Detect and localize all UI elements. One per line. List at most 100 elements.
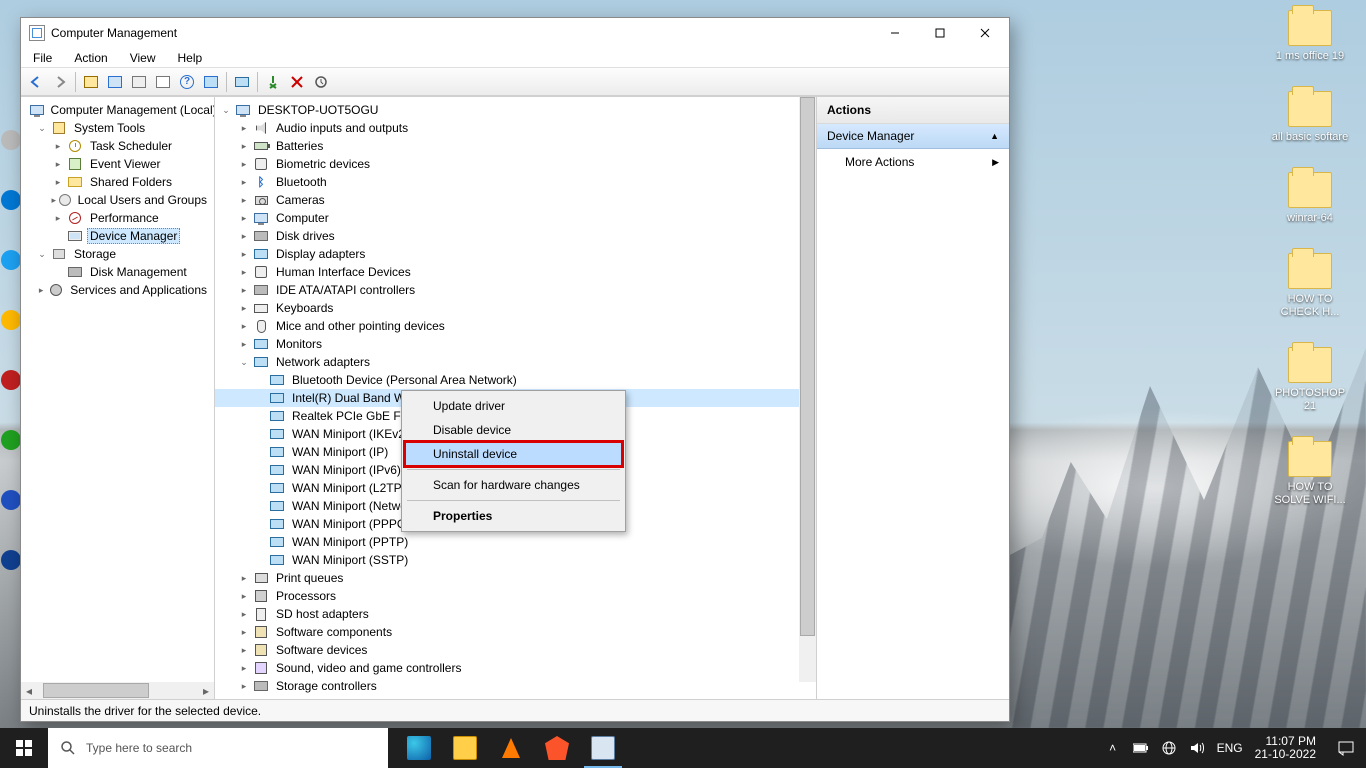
device-category[interactable]: ▸ᛒBluetooth [215,173,799,191]
tree-item-event-viewer[interactable]: ▸Event Viewer [21,155,214,173]
context-item-uninstall-device[interactable]: Uninstall device [405,442,622,466]
device-item[interactable]: WAN Miniport (SSTP) [215,551,799,569]
taskbar-search[interactable]: Type here to search [48,728,388,768]
menu-help[interactable]: Help [174,49,207,67]
device-item[interactable]: Bluetooth Device (Personal Area Network) [215,371,799,389]
peek-icon [1,250,21,270]
menu-view[interactable]: View [126,49,160,67]
device-category[interactable]: ▸Computer [215,209,799,227]
device-category[interactable]: ▸Monitors [215,335,799,353]
taskbar-app-compmgmt[interactable] [580,728,626,768]
desktop-folder[interactable]: 1 ms office 19 [1270,10,1350,63]
enable-device-icon[interactable] [262,71,284,93]
titlebar[interactable]: Computer Management [21,18,1009,48]
tree-label: Software components [273,625,395,639]
forward-button[interactable] [49,71,71,93]
maximize-button[interactable] [917,19,962,47]
tree-item-performance[interactable]: ▸Performance [21,209,214,227]
device-category[interactable]: ▸Storage controllers [215,677,799,695]
device-category[interactable]: ▸IDE ATA/ATAPI controllers [215,281,799,299]
close-button[interactable] [962,19,1007,47]
tray-network-icon[interactable] [1161,740,1177,756]
status-bar: Uninstalls the driver for the selected d… [21,699,1009,721]
device-category[interactable]: ▸SD host adapters [215,605,799,623]
minimize-button[interactable] [872,19,917,47]
start-button[interactable] [0,728,48,768]
device-category[interactable]: ▸Display adapters [215,245,799,263]
back-button[interactable] [25,71,47,93]
taskbar-app-edge[interactable] [396,728,442,768]
tree-label: Shared Folders [87,175,175,189]
taskbar-app-vlc[interactable] [488,728,534,768]
horizontal-scrollbar[interactable]: ◂▸ [21,682,214,699]
device-category[interactable]: ▸Keyboards [215,299,799,317]
device-category[interactable]: ▸Sound, video and game controllers [215,659,799,677]
device-item[interactable]: WAN Miniport (PPTP) [215,533,799,551]
device-category[interactable]: ▸Processors [215,587,799,605]
actions-more[interactable]: More Actions▶ [817,149,1009,175]
tree-item-system-tools[interactable]: ⌄System Tools [21,119,214,137]
device-category[interactable]: ▸Audio inputs and outputs [215,119,799,137]
disable-device-icon[interactable] [286,71,308,93]
tree-item-shared-folders[interactable]: ▸Shared Folders [21,173,214,191]
help-button[interactable]: ? [176,71,198,93]
desktop-folder[interactable]: winrar-64 [1270,172,1350,225]
vertical-scrollbar[interactable] [799,97,816,682]
taskbar-app-explorer[interactable] [442,728,488,768]
taskbar-app-brave[interactable] [534,728,580,768]
menu-file[interactable]: File [29,49,56,67]
device-category[interactable]: ▸Batteries [215,137,799,155]
tree-label: Services and Applications [67,283,210,297]
collapse-icon: ▲ [990,131,999,141]
device-category[interactable]: ▸Mice and other pointing devices [215,317,799,335]
tree-item-task-scheduler[interactable]: ▸Task Scheduler [21,137,214,155]
device-root[interactable]: ⌄DESKTOP-UOT5OGU [215,101,799,119]
context-item-scan-hardware[interactable]: Scan for hardware changes [405,473,622,497]
tree-label: SD host adapters [273,607,372,621]
toolbar-icon[interactable] [128,71,150,93]
actions-section[interactable]: Device Manager▲ [817,124,1009,149]
tray-volume-icon[interactable] [1189,740,1205,756]
context-item-properties[interactable]: Properties [405,504,622,528]
context-item-update-driver[interactable]: Update driver [405,394,622,418]
device-category[interactable]: ▸Cameras [215,191,799,209]
tree-root[interactable]: ▸Computer Management (Local) [21,101,214,119]
desktop-folder-label: HOW TO CHECK H... [1270,293,1350,319]
desktop-folder[interactable]: PHOTOSHOP 21 [1270,347,1350,413]
tree-label: Event Viewer [87,157,163,171]
device-category-network[interactable]: ⌄Network adapters [215,353,799,371]
tray-clock[interactable]: 11:07 PM 21-10-2022 [1255,735,1316,761]
notification-center-button[interactable] [1326,728,1366,768]
tree-label: DESKTOP-UOT5OGU [255,103,381,117]
tray-language[interactable]: ENG [1217,741,1243,755]
update-driver-icon[interactable] [310,71,332,93]
tree-item-storage[interactable]: ⌄Storage [21,245,214,263]
desktop-folder[interactable]: all basic softare [1270,91,1350,144]
device-category[interactable]: ▸Software components [215,623,799,641]
device-category[interactable]: ▸Print queues [215,569,799,587]
context-item-disable-device[interactable]: Disable device [405,418,622,442]
desktop-folder[interactable]: HOW TO SOLVE WIFI... [1270,441,1350,507]
desktop-folder[interactable]: HOW TO CHECK H... [1270,253,1350,319]
device-category[interactable]: ▸Disk drives [215,227,799,245]
toolbar-icon[interactable] [152,71,174,93]
tree-item-disk-management[interactable]: ▸Disk Management [21,263,214,281]
tray-battery-icon[interactable] [1133,740,1149,756]
tree-label: Disk drives [273,229,338,243]
toolbar-icon[interactable] [200,71,222,93]
toolbar-icon[interactable] [80,71,102,93]
tree-label: Bluetooth Device (Personal Area Network) [289,373,520,387]
tree-item-services-apps[interactable]: ▸Services and Applications [21,281,214,299]
menu-action[interactable]: Action [70,49,111,67]
device-category[interactable]: ▸Software devices [215,641,799,659]
toolbar-icon[interactable] [104,71,126,93]
device-category[interactable]: ▸Human Interface Devices [215,263,799,281]
system-tray: ˄ ENG 11:07 PM 21-10-2022 [1095,735,1326,761]
toolbar-icon[interactable] [231,71,253,93]
tray-chevron-up-icon[interactable]: ˄ [1105,740,1121,756]
tree-label: WAN Miniport (IKEv2) [289,427,412,441]
device-category[interactable]: ▸Biometric devices [215,155,799,173]
tree-item-local-users[interactable]: ▸Local Users and Groups [21,191,214,209]
actions-more-label: More Actions [845,155,914,169]
tree-item-device-manager[interactable]: ▸Device Manager [21,227,214,245]
